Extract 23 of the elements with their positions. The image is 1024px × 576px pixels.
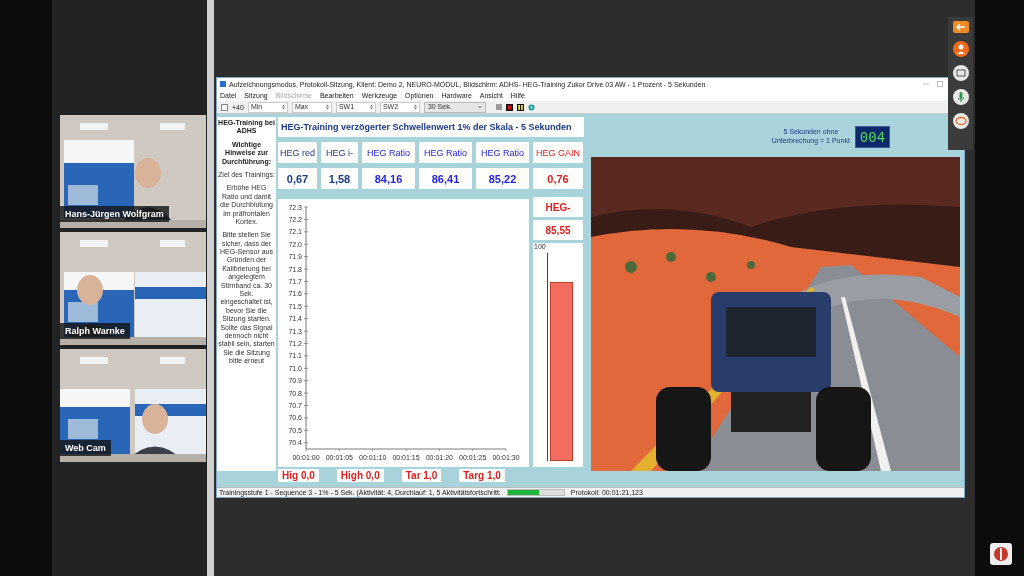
metric-value: 84,16 (362, 168, 415, 189)
threshold-value: High 0,0 (336, 469, 384, 482)
metric-label: HEG red (278, 142, 317, 163)
point-counter: 004 (854, 126, 891, 148)
metric-label: HEG Ratio (362, 142, 415, 163)
participant-name: Hans-Jürgen Wolfgram (60, 206, 169, 222)
metric-value: 0,76 (533, 168, 583, 189)
metric-value: 1,58 (321, 168, 358, 189)
metric-label: HEG Ratio (419, 142, 472, 163)
meter-label: HEG- (533, 197, 583, 217)
participant-name: Ralph Warnke (60, 323, 130, 339)
metric-value: 85,22 (476, 168, 529, 189)
participant-name: Web Cam (60, 440, 111, 456)
metric-value: 86,41 (419, 168, 472, 189)
screen-title: HEG-Training verzögerter Schwellenwert 1% der Skala - 5 Sekunden (278, 117, 584, 137)
threshold-value: Tar 1,0 (401, 469, 442, 482)
metric-label: HEG GAIN (533, 142, 583, 163)
metric-value: 0,67 (278, 168, 317, 189)
threshold-value: Targ 1,0 (459, 469, 505, 482)
metric-label: HEG Ratio (476, 142, 529, 163)
threshold-value: Hig 0,0 (278, 469, 319, 482)
metric-label: HEG i- (321, 142, 358, 163)
meter-value: 85,55 (533, 220, 583, 240)
